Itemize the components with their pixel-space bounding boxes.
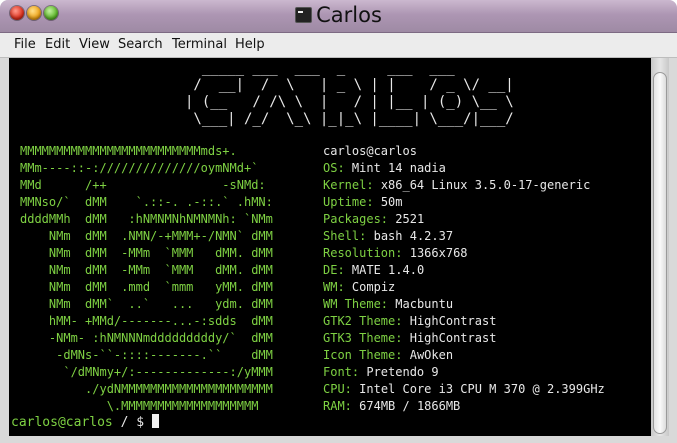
logo-line: -NMm- :hNMNNNmdddddddddy/` dMM [20, 331, 273, 345]
terminal-window: Carlos File Edit View Search Terminal He… [0, 0, 677, 443]
window-title-wrap: Carlos [0, 2, 677, 28]
scrollbar-thumb[interactable] [653, 72, 667, 434]
menu-edit[interactable]: Edit [45, 37, 70, 52]
logo-line: NMm dMM .NMN/-+MMM+-/NMN` dMM [20, 229, 273, 243]
logo-line: MMMMMMMMMMMMMMMMMMMMMMMMMmds+. [20, 144, 237, 158]
menu-view[interactable]: View [79, 37, 110, 52]
logo-line: MMm----::-://////////////oymNMd+` [20, 161, 259, 175]
info-row-os: OS: Mint 14 nadia [323, 161, 446, 175]
logo-line: NMm dMM -MMm `MMM dMM. dMM [20, 246, 273, 260]
menu-search[interactable]: Search [118, 37, 163, 52]
info-row-gtk3-theme: GTK3 Theme: HighContrast [323, 331, 497, 345]
logo-line: NMm dMM -MMm `MMM dMM. dMM [20, 263, 273, 277]
prompt-user-host: carlos@carlos [11, 415, 113, 430]
logo-line: MMd /++ -sNMd: [20, 178, 266, 192]
info-row-cpu: CPU: Intel Core i3 CPU M 370 @ 2.399GHz [323, 382, 605, 396]
info-row-icon-theme: Icon Theme: AwOken [323, 348, 454, 362]
info-row-shell: Shell: bash 4.2.37 [323, 229, 454, 243]
logo-line: NMm dMM .mmd `mmm yMM. dMM [20, 280, 273, 294]
banner-line: / __| / \ | _ \ | | / _ \/ __| [185, 77, 523, 93]
info-row-ram: RAM: 674MB / 1866MB [323, 399, 461, 413]
user-host: carlos@carlos [323, 144, 417, 158]
menu-file[interactable]: File [14, 37, 36, 52]
menu-help[interactable]: Help [235, 37, 265, 52]
info-row-packages: Packages: 2521 [323, 212, 425, 226]
logo-line: hMM- +MMd/-------...-:sdds dMM [20, 314, 273, 328]
logo-line: MMNso/` dMM `.::-. .-::.` .hMN: [20, 195, 273, 209]
info-row-resolution: Resolution: 1366x768 [323, 246, 468, 260]
logo-line: `/dMNmy+/:-------------:/yMMM [20, 365, 273, 379]
banner-line: | (__ / /\ \ | / | |__ | (_) \__ \ [185, 94, 523, 110]
logo-line: -dMNs-``-::::-------.`` dMM [20, 348, 273, 362]
info-row-wm-theme: WM Theme: Macbuntu [323, 297, 454, 311]
info-row-de: DE: MATE 1.4.0 [323, 263, 425, 277]
info-row-font: Font: Pretendo 9 [323, 365, 439, 379]
info-row-uptime: Uptime: 50m [323, 195, 403, 209]
menu-terminal[interactable]: Terminal [172, 37, 227, 52]
menu-bar: File Edit View Search Terminal Help [0, 33, 677, 58]
terminal-output[interactable]: _____ ___ ___ _ ___ ___ / __| / \ | _ \ … [9, 58, 651, 436]
info-row-wm: WM: Compiz [323, 280, 396, 294]
logo-line: \.MMMMMMMMMMMMMMMMMMM [20, 399, 259, 413]
title-bar[interactable]: Carlos [0, 0, 677, 33]
banner-line: _____ ___ ___ _ ___ ___ [185, 60, 455, 76]
banner-line: \___| /_/ \_\ |_|_\ |____| \___/|___/ [185, 111, 523, 127]
logo-line: NMm dMM` ..` ... ydm. dMM [20, 297, 273, 311]
prompt-path: / $ [112, 415, 152, 430]
terminal-icon [295, 7, 313, 23]
info-row-gtk2-theme: GTK2 Theme: HighContrast [323, 314, 497, 328]
shell-prompt[interactable]: carlos@carlos / $ [11, 414, 159, 431]
info-row-kernel: Kernel: x86_64 Linux 3.5.0-17-generic [323, 178, 591, 192]
window-title: Carlos [316, 3, 382, 27]
logo-line: ./ydNMMMMMMMMMMMMMMMMMMMMM [20, 382, 273, 396]
vertical-scrollbar[interactable] [651, 58, 669, 436]
logo-line: ddddMMh dMM :hNMNMNhNMNMNh: `NMm [20, 212, 273, 226]
text-cursor [151, 414, 159, 428]
